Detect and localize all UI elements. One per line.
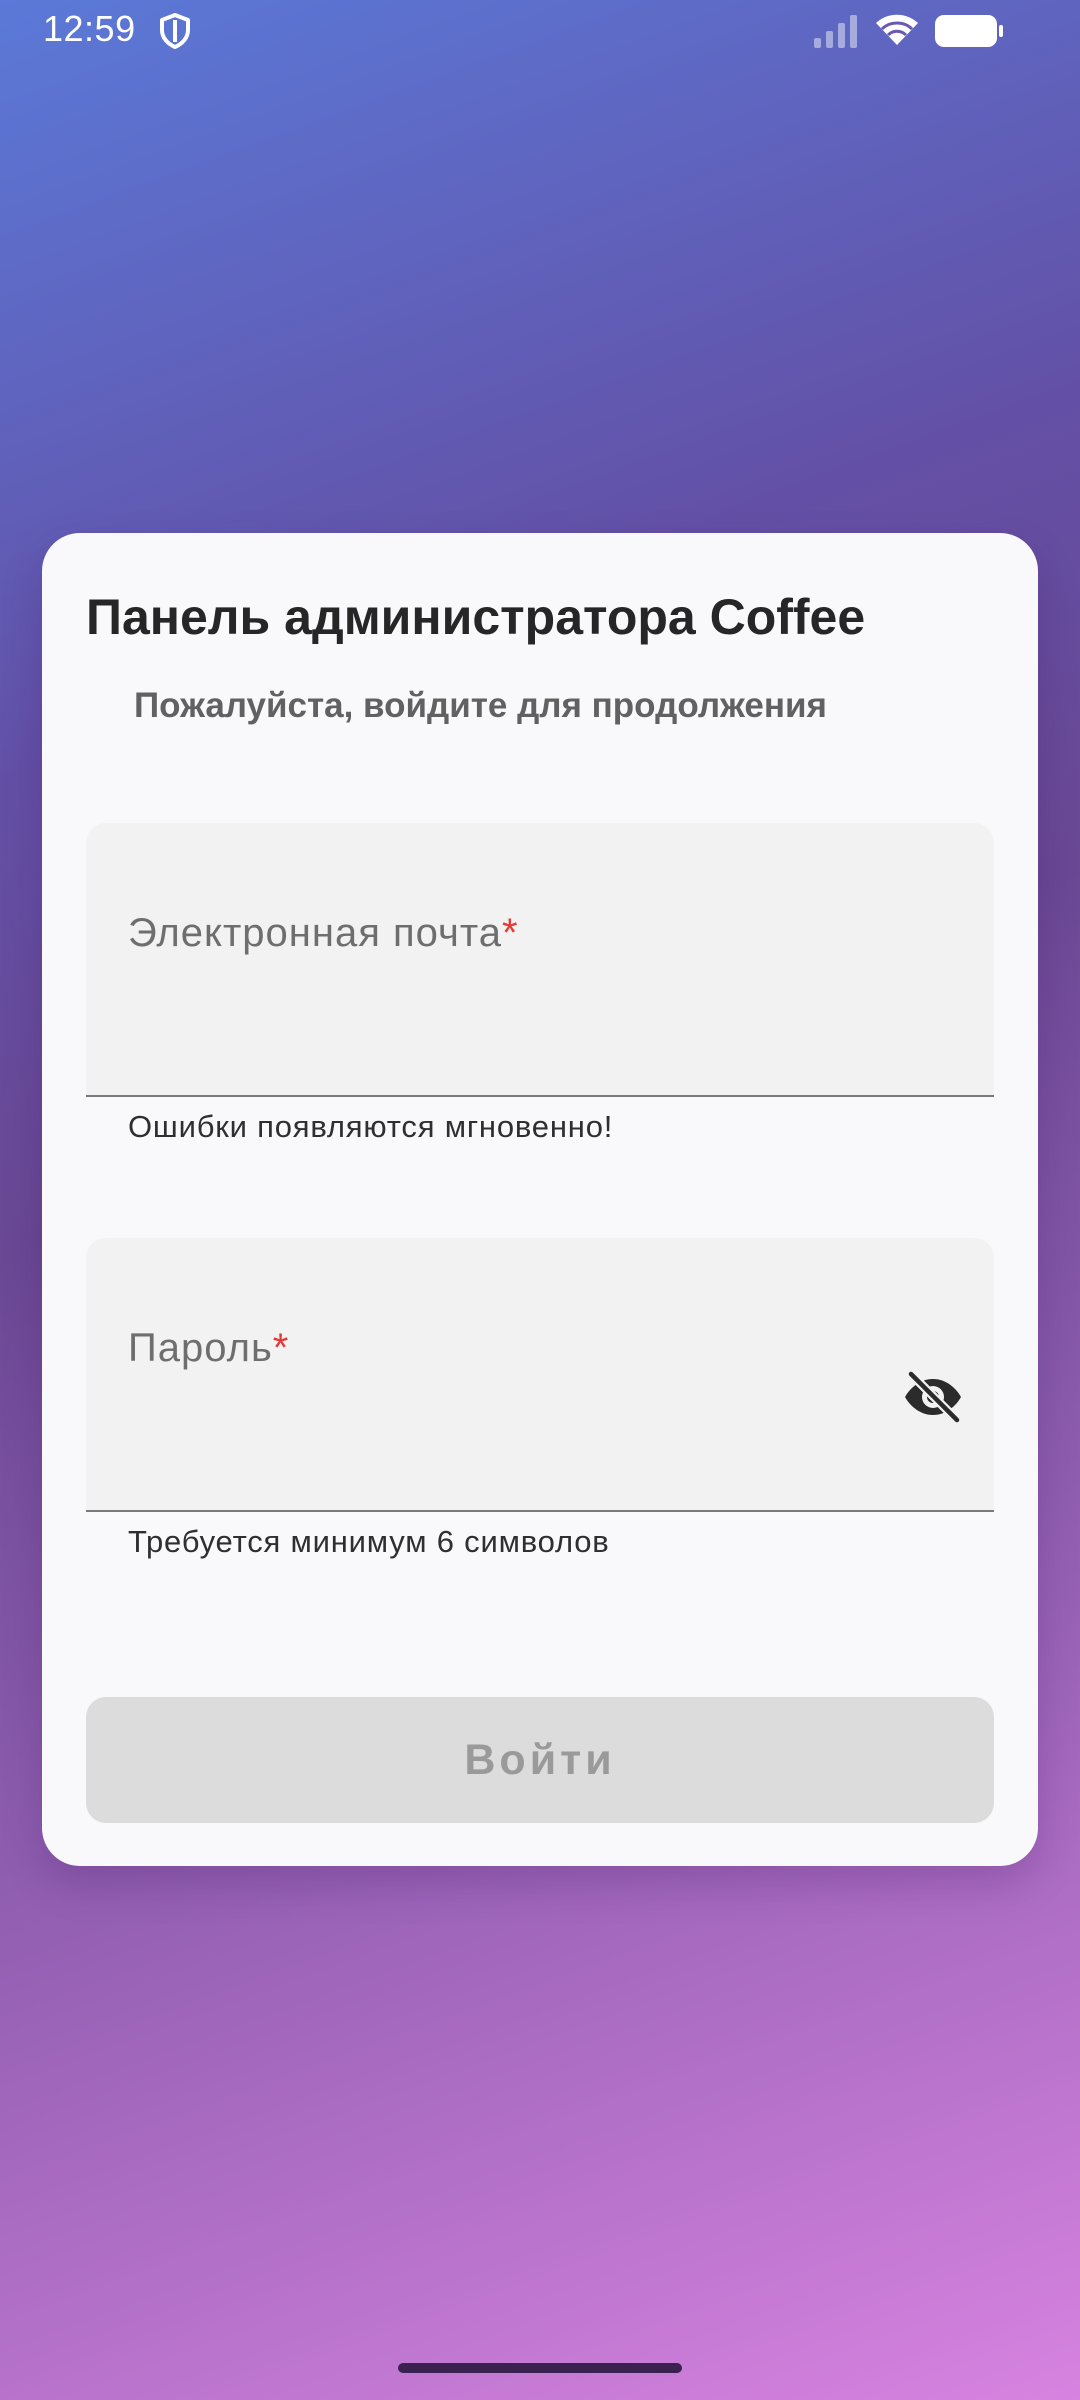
- battery-icon: [934, 14, 1004, 48]
- email-required-mark: *: [501, 911, 519, 955]
- password-input[interactable]: [128, 1398, 908, 1458]
- page-subtitle: Пожалуйста, войдите для продолжения: [134, 686, 827, 725]
- login-button[interactable]: Войти: [86, 1697, 994, 1823]
- email-helper-text: Ошибки появляются мгновенно!: [128, 1109, 614, 1144]
- login-card: Панель администратора Coffee Пожалуйста,…: [42, 533, 1038, 1866]
- password-field[interactable]: Пароль*: [86, 1238, 994, 1512]
- shield-icon: [158, 12, 192, 50]
- page-title: Панель администратора Coffee: [86, 589, 866, 645]
- visibility-off-icon[interactable]: [902, 1366, 964, 1428]
- password-helper-text: Требуется минимум 6 символов: [128, 1524, 610, 1559]
- email-field-label: Электронная почта*: [128, 911, 519, 956]
- signal-icon: [813, 14, 861, 48]
- home-indicator[interactable]: [398, 2363, 682, 2373]
- password-required-mark: *: [272, 1326, 290, 1370]
- status-bar: 12:59: [0, 0, 1080, 60]
- email-field[interactable]: Электронная почта*: [86, 823, 994, 1097]
- password-label-text: Пароль: [128, 1326, 273, 1370]
- password-field-label: Пароль*: [128, 1326, 289, 1371]
- wifi-icon: [874, 12, 920, 48]
- email-input[interactable]: [128, 983, 908, 1043]
- email-label-text: Электронная почта: [128, 911, 502, 955]
- status-time: 12:59: [43, 8, 136, 49]
